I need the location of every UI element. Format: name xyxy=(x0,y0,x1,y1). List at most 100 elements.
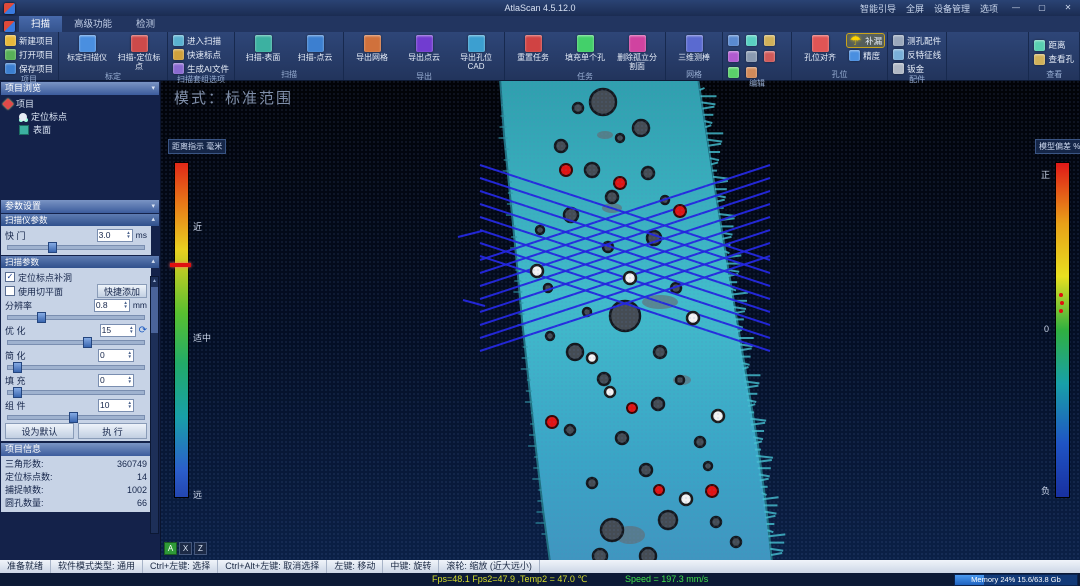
distance-button[interactable]: 距离 xyxy=(1032,39,1067,52)
open-project-icon xyxy=(5,49,16,60)
tree-item-markers[interactable]: 定位标点 xyxy=(19,110,156,123)
ribbon-logo-icon[interactable] xyxy=(4,21,15,32)
rect-select-button[interactable] xyxy=(726,34,741,47)
shutter-slider[interactable] xyxy=(7,242,145,251)
distance-gauge-marker[interactable] xyxy=(170,263,191,267)
maximize-button[interactable]: ▢ xyxy=(1034,2,1050,14)
fringe-tick xyxy=(768,534,785,536)
optimize-spinner[interactable]: ▲▼ xyxy=(129,326,133,334)
lasso-select-button[interactable] xyxy=(744,34,759,47)
cut-plane-checkbox[interactable] xyxy=(5,286,15,296)
open-project-button[interactable]: 打开项目 xyxy=(3,48,55,61)
fill-markers-checkbox[interactable]: ✓ xyxy=(5,272,15,282)
status-item-0: 准备就绪 xyxy=(0,560,51,573)
slider-thumb[interactable] xyxy=(37,312,46,323)
deviation-gauge: 模型偏差 % 正 0 负 xyxy=(1035,136,1077,516)
scan-pointcloud-button[interactable]: 扫描-点云 xyxy=(290,34,340,63)
options-menu[interactable]: 选项 xyxy=(980,2,998,15)
slider-thumb[interactable] xyxy=(83,337,92,348)
feature-line-button[interactable]: 反特征线 xyxy=(891,48,943,61)
close-button[interactable]: ✕ xyxy=(1060,2,1076,14)
optimize-slider[interactable] xyxy=(7,337,145,346)
hole xyxy=(593,549,607,560)
reset-task-button[interactable]: 重置任务 xyxy=(508,34,558,63)
axis-z-button[interactable]: Z xyxy=(194,542,207,555)
deselect-button[interactable] xyxy=(744,50,759,63)
tree-item-project[interactable]: 项目 xyxy=(4,97,156,110)
tab-scan[interactable]: 扫描 xyxy=(19,14,62,32)
shutter-input[interactable]: 3.0 ▲▼ xyxy=(97,229,133,242)
resolution-input[interactable]: 0.8 ▲▼ xyxy=(94,299,130,312)
patch-umbrella-button[interactable]: ☂补漏 xyxy=(847,34,884,47)
enter-scan-button[interactable]: 进入扫描 xyxy=(171,34,223,47)
viewport-3d[interactable]: 模式：标准范围 距离指示 毫米 近 适中 远 模型偏差 % 正 0 负 A X … xyxy=(160,80,1080,560)
params-header[interactable]: 参数设置 ▾ xyxy=(1,200,159,213)
quick-add-button[interactable]: 快捷添加 xyxy=(97,284,147,298)
delete-selection-button[interactable] xyxy=(762,50,777,63)
scanner-params-header[interactable]: 扫描仪参数 ▴ xyxy=(1,214,159,226)
tree-item-surface[interactable]: 表面 xyxy=(19,123,156,136)
fill-spinner[interactable]: ▲▼ xyxy=(128,376,132,384)
connect-region-button[interactable] xyxy=(726,66,741,79)
delete-isolated-button[interactable]: 删除孤立分割面 xyxy=(612,34,662,72)
fill-single-hole-button[interactable]: 填充单个孔 xyxy=(560,34,610,63)
save-project-button[interactable]: 保存项目 xyxy=(3,62,55,75)
component-input[interactable]: 10 ▲▼ xyxy=(98,399,134,412)
simplify-spinner[interactable]: ▲▼ xyxy=(128,351,132,359)
accuracy-button[interactable]: 精度 xyxy=(847,49,884,62)
generate-ai-file-button[interactable]: 生成AI文件 xyxy=(171,62,231,75)
scroll-thumb[interactable] xyxy=(151,287,158,333)
scan-params-header[interactable]: 扫描参数 ▴ xyxy=(1,256,159,268)
axis-a-button[interactable]: A xyxy=(164,542,177,555)
shutter-spinner[interactable]: ▲▼ xyxy=(126,231,130,239)
scroll-up-icon[interactable]: ▲ xyxy=(151,277,158,285)
device-manager-menu[interactable]: 设备管理 xyxy=(934,2,970,15)
refresh-icon[interactable]: ⟳ xyxy=(139,325,147,336)
simplify-input[interactable]: 0 ▲▼ xyxy=(98,349,134,362)
hole-align-button[interactable]: 孔位对齐 xyxy=(795,34,845,63)
invert-select-button[interactable] xyxy=(726,50,741,63)
red-marker xyxy=(614,177,626,189)
minimize-button[interactable]: — xyxy=(1008,2,1024,14)
calibrate-scanner-button[interactable]: 标定扫描仪 xyxy=(62,34,112,63)
component-slider[interactable] xyxy=(7,412,145,421)
hole-fitting-button[interactable]: 测孔配件 xyxy=(891,34,943,47)
resolution-spinner[interactable]: ▲▼ xyxy=(123,301,127,309)
slider-thumb[interactable] xyxy=(69,412,78,423)
fill-slider[interactable] xyxy=(7,387,145,396)
status-item-4: 左键: 移动 xyxy=(327,560,383,573)
simplify-slider[interactable] xyxy=(7,362,145,371)
app-logo-icon[interactable] xyxy=(4,3,15,14)
tab-inspect[interactable]: 检测 xyxy=(124,14,167,32)
export-mesh-button[interactable]: 导出网格 xyxy=(347,34,397,63)
axis-x-button[interactable]: X xyxy=(179,542,192,555)
export-pointcloud-button[interactable]: 导出点云 xyxy=(399,34,449,63)
smooth-region-button[interactable] xyxy=(744,66,759,79)
view-holes-button[interactable]: 查看孔 xyxy=(1032,53,1076,66)
button-label: 三维测棒 xyxy=(678,53,710,62)
slider-thumb[interactable] xyxy=(13,387,22,398)
sheet-metal-button[interactable]: 钣金 xyxy=(891,62,926,75)
tab-advanced[interactable]: 高级功能 xyxy=(62,14,124,32)
run-button[interactable]: 执 行 xyxy=(78,423,147,439)
scan-markers-button[interactable]: 扫描-定位标点 xyxy=(114,34,164,72)
component-spinner[interactable]: ▲▼ xyxy=(128,401,132,409)
resolution-slider[interactable] xyxy=(7,312,145,321)
sidebar-scrollbar[interactable]: ▲ xyxy=(150,276,159,534)
quick-markers-button[interactable]: 快速标点 xyxy=(171,48,223,61)
set-default-button[interactable]: 设为默认 xyxy=(5,423,74,439)
new-project-button[interactable]: 新建项目 xyxy=(3,34,55,47)
probe-3d-button[interactable]: 三维测棒 xyxy=(669,34,719,63)
scan-surface-button[interactable]: 扫描-表面 xyxy=(238,34,288,63)
slider-thumb[interactable] xyxy=(13,362,22,373)
slider-thumb[interactable] xyxy=(48,242,57,253)
brush-select-button[interactable] xyxy=(762,34,777,47)
optimize-input[interactable]: 15 ▲▼ xyxy=(100,324,136,337)
project-info-header[interactable]: 项目信息 ▾ xyxy=(1,443,159,456)
smart-guide-menu[interactable]: 智能引导 xyxy=(860,2,896,15)
cut-plane-label: 使用切平面 xyxy=(18,285,63,298)
ribbon-group-0: 新建项目打开项目保存项目项目 xyxy=(0,32,59,80)
fill-input[interactable]: 0 ▲▼ xyxy=(98,374,134,387)
export-holes-cad-button[interactable]: 导出孔位CAD xyxy=(451,34,501,72)
fullscreen-menu[interactable]: 全屏 xyxy=(906,2,924,15)
